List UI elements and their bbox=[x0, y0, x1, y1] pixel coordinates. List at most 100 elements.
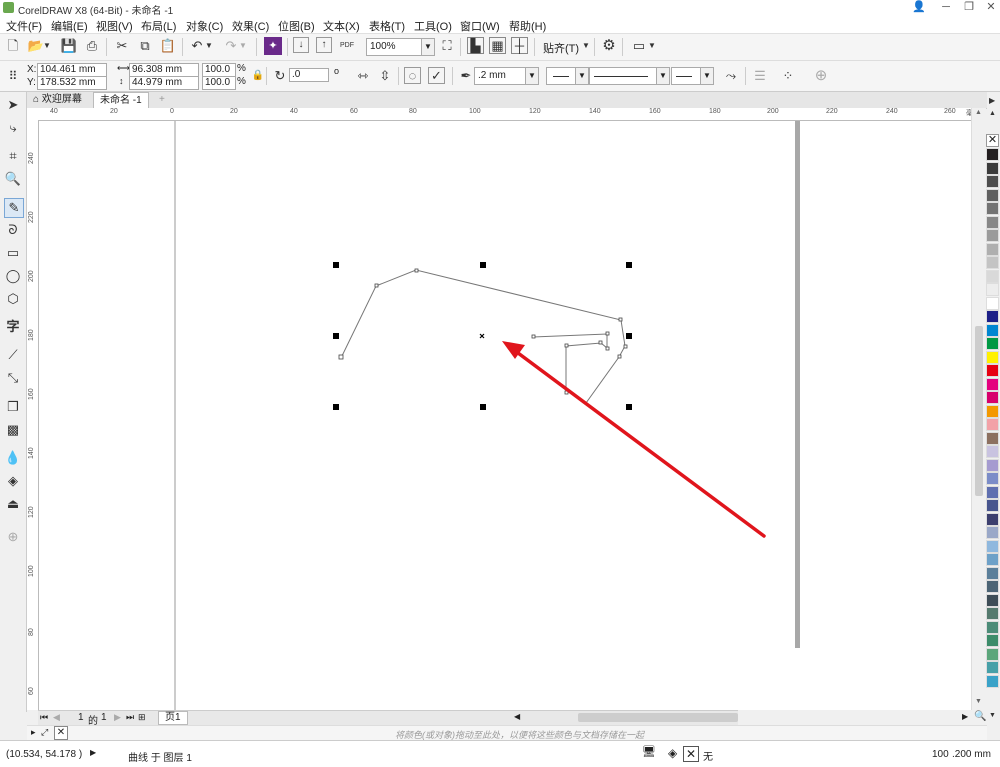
color-swatch[interactable] bbox=[986, 431, 999, 445]
snap-dropdown-icon[interactable]: ▼ bbox=[582, 37, 590, 55]
color-swatch[interactable] bbox=[986, 647, 999, 661]
color-swatch[interactable] bbox=[986, 364, 999, 377]
close-button[interactable]: ✕ bbox=[982, 1, 1000, 14]
color-swatch[interactable] bbox=[986, 242, 999, 256]
eyedropper-small-icon[interactable]: ⤢ bbox=[41, 727, 48, 738]
status-expand-icon[interactable]: ▶ bbox=[90, 748, 96, 757]
width-field[interactable]: 96.308 mm bbox=[129, 63, 199, 77]
x-position-field[interactable]: 104.461 mm bbox=[37, 63, 107, 77]
search-content-icon[interactable]: ✦ bbox=[264, 37, 282, 55]
color-swatch[interactable] bbox=[986, 283, 999, 296]
horizontal-ruler[interactable]: 40 20 0 20 40 60 80 100 120 140 160 180 200 220 240 260… bbox=[38, 108, 986, 121]
connector-tool-icon[interactable]: ⤡ bbox=[4, 369, 22, 387]
palette-options-icon[interactable]: ▸ bbox=[31, 727, 36, 738]
color-swatch[interactable] bbox=[986, 310, 999, 323]
artistic-media-icon[interactable]: ᘐ bbox=[4, 221, 22, 239]
reduce-nodes-icon[interactable]: ✓ bbox=[428, 67, 445, 84]
vertical-scroll-thumb[interactable] bbox=[975, 326, 983, 496]
selection-center-marker[interactable] bbox=[479, 333, 485, 339]
new-tab-button[interactable]: + bbox=[153, 92, 171, 107]
lock-ratio-icon[interactable]: 🔒 bbox=[249, 67, 267, 85]
color-swatch[interactable] bbox=[986, 458, 999, 472]
hscroll-left-icon[interactable]: ◀ bbox=[514, 712, 520, 721]
horizontal-scroll-thumb[interactable] bbox=[578, 713, 738, 722]
minimize-button[interactable]: ─ bbox=[937, 1, 955, 14]
drop-shadow-icon[interactable]: ❐ bbox=[4, 398, 22, 416]
tab-scroll-right-icon[interactable]: ▶ bbox=[989, 96, 995, 105]
tab-document[interactable]: 未命名 -1 bbox=[93, 92, 149, 108]
scroll-down-icon[interactable]: ▼ bbox=[975, 698, 982, 705]
text-wrap-icon[interactable]: ⤳ bbox=[722, 67, 740, 85]
color-swatch[interactable] bbox=[986, 607, 999, 620]
add-tool-icon[interactable]: ⊕ bbox=[4, 528, 22, 546]
fill-none-swatch[interactable]: ✕ bbox=[683, 746, 699, 762]
shape-tool-icon[interactable]: ⤷ bbox=[4, 119, 22, 137]
color-swatch[interactable] bbox=[986, 256, 999, 269]
launcher-dropdown-icon[interactable]: ▼ bbox=[648, 37, 656, 55]
menu-edit[interactable]: 编辑(E) bbox=[51, 18, 88, 34]
outline-width-select[interactable]: .2 mm ▼ bbox=[474, 67, 539, 85]
color-swatch[interactable] bbox=[986, 566, 999, 580]
pick-tool-icon[interactable]: ➤ bbox=[4, 96, 22, 114]
interactive-fill-icon[interactable]: ◈ bbox=[4, 472, 22, 490]
open-dropdown-icon[interactable]: ▼ bbox=[43, 37, 51, 55]
rotation-angle-field[interactable]: .0 bbox=[289, 68, 329, 82]
color-swatch[interactable] bbox=[986, 526, 999, 539]
account-icon[interactable]: 👤 bbox=[910, 1, 928, 14]
color-swatch[interactable] bbox=[986, 674, 999, 688]
color-swatch[interactable] bbox=[986, 634, 999, 647]
close-curve-icon[interactable]: ◌ bbox=[404, 67, 421, 84]
color-swatch[interactable] bbox=[986, 391, 999, 404]
scale-y-field[interactable]: 100.0 bbox=[202, 76, 236, 90]
publish-pdf-icon[interactable]: PDF bbox=[338, 37, 356, 55]
ellipse-tool-icon[interactable]: ◯ bbox=[4, 267, 22, 285]
eyedropper-icon[interactable]: 💧 bbox=[4, 449, 22, 467]
menu-view[interactable]: 视图(V) bbox=[96, 18, 133, 34]
menu-help[interactable]: 帮助(H) bbox=[509, 18, 546, 34]
no-color-swatch[interactable]: ✕ bbox=[986, 134, 999, 147]
mirror-horizontal-icon[interactable]: ⇿ bbox=[354, 67, 372, 85]
color-swatch[interactable] bbox=[986, 377, 999, 391]
edit-nodes-icon[interactable]: ⁘ bbox=[779, 67, 797, 85]
color-swatch[interactable] bbox=[986, 539, 999, 553]
prev-page-icon[interactable]: ◀ bbox=[53, 712, 60, 723]
zoom-tool-icon[interactable]: 🔍 bbox=[4, 170, 22, 188]
color-swatch[interactable] bbox=[986, 445, 999, 458]
crop-tool-icon[interactable]: ⌗ bbox=[4, 147, 22, 165]
freehand-curve-inner[interactable] bbox=[532, 333, 608, 392]
tab-welcome[interactable]: ⌂ 欢迎屏幕 bbox=[27, 92, 88, 107]
color-swatch[interactable] bbox=[986, 161, 999, 175]
end-arrowhead-select[interactable]: ▼ bbox=[671, 67, 714, 85]
color-proof-icon[interactable]: 🖥 bbox=[642, 745, 656, 759]
menu-table[interactable]: 表格(T) bbox=[369, 18, 405, 34]
undo-icon[interactable]: ↶ bbox=[188, 37, 206, 55]
snap-to-menu[interactable]: 贴齐(T) bbox=[543, 40, 579, 56]
menu-layout[interactable]: 布局(L) bbox=[141, 18, 176, 34]
menu-window[interactable]: 窗口(W) bbox=[460, 18, 500, 34]
zoom-navigator-icon[interactable]: 🔍 bbox=[974, 711, 986, 722]
show-rulers-icon[interactable]: ▙ bbox=[467, 37, 484, 54]
color-swatch[interactable] bbox=[986, 512, 999, 526]
restore-button[interactable]: ❐ bbox=[960, 1, 978, 14]
drawing-canvas[interactable] bbox=[39, 121, 971, 710]
first-page-icon[interactable]: ⏮ bbox=[40, 712, 48, 723]
color-swatch[interactable] bbox=[986, 620, 999, 634]
menu-file[interactable]: 文件(F) bbox=[6, 18, 42, 34]
transparency-icon[interactable]: ▩ bbox=[4, 421, 22, 439]
full-screen-icon[interactable]: ⛶ bbox=[438, 37, 456, 55]
color-swatch[interactable] bbox=[986, 553, 999, 566]
color-swatch[interactable] bbox=[986, 580, 999, 593]
scroll-up-icon[interactable]: ▲ bbox=[975, 109, 982, 116]
line-style-select[interactable]: ▼ bbox=[589, 67, 670, 85]
copy-icon[interactable]: ⧉ bbox=[136, 37, 154, 55]
color-swatch[interactable] bbox=[986, 499, 999, 512]
add-page-icon[interactable]: ⊞ bbox=[138, 712, 146, 723]
color-swatch[interactable] bbox=[986, 269, 999, 283]
menu-object[interactable]: 对象(C) bbox=[186, 18, 223, 34]
polygon-tool-icon[interactable]: ⬡ bbox=[4, 290, 22, 308]
scale-x-field[interactable]: 100.0 bbox=[202, 63, 236, 77]
mirror-vertical-icon[interactable]: ⇳ bbox=[376, 67, 394, 85]
object-origin-icon[interactable]: ⠿ bbox=[4, 67, 22, 85]
next-page-icon[interactable]: ▶ bbox=[114, 712, 121, 723]
gear-icon[interactable]: ⚙ bbox=[600, 37, 618, 55]
